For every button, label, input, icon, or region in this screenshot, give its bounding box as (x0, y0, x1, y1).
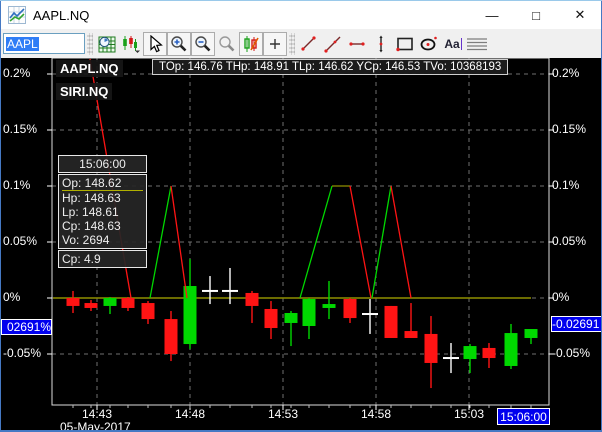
candle-body (505, 333, 518, 366)
legend-item-aapl[interactable]: AAPL.NQ (56, 60, 123, 77)
app-chart-icon (8, 6, 26, 24)
candle-body (285, 313, 298, 323)
tooltip-body: Op: 148.62 Hp: 148.63 Lp: 148.61 Cp: 148… (58, 174, 147, 249)
candle-body (184, 286, 197, 344)
candle-body (265, 309, 278, 328)
toolbar: AAPL (0, 29, 602, 58)
chart-window: AAPL.NQ — □ ✕ AAPL (0, 0, 602, 432)
left-axis-value-badge: 02691% (1, 319, 52, 335)
candle-body (85, 303, 98, 308)
y-axis-label-right: 0.05% (552, 234, 586, 248)
candle-body (385, 306, 398, 338)
candle-body (525, 329, 538, 338)
y-axis-label-left: 0.2% (3, 66, 30, 80)
x-axis-label: 14:48 (160, 407, 220, 421)
candle-body (344, 299, 357, 318)
candle-body (425, 334, 438, 363)
trend-line-icon[interactable] (297, 32, 321, 56)
levels-icon[interactable] (465, 32, 489, 56)
zoom-icon[interactable] (215, 32, 239, 56)
add-icon[interactable] (263, 32, 287, 56)
toolbar-grip-2[interactable] (289, 33, 295, 55)
minimize-icon[interactable]: — (470, 1, 514, 29)
x-axis-label: 14:58 (346, 407, 406, 421)
candle-body (142, 303, 155, 319)
candle-body (405, 331, 418, 338)
rectangle-icon[interactable] (393, 32, 417, 56)
horizontal-line-icon[interactable] (345, 32, 369, 56)
ray-line-icon[interactable] (321, 32, 345, 56)
overlay-line-segment (391, 186, 411, 298)
window-title: AAPL.NQ (33, 8, 89, 23)
session-info-bar: TOp: 146.76 THp: 148.91 TLp: 146.62 YCp:… (152, 59, 508, 75)
y-axis-label-right: 0.2% (552, 66, 579, 80)
crosshair-tooltip: 15:06:00 Op: 148.62 Hp: 148.63 Lp: 148.6… (58, 155, 147, 269)
window-border-left (0, 1, 1, 432)
tooltip-open: Op: 148.62 (62, 176, 143, 191)
close-icon[interactable]: ✕ (558, 1, 602, 29)
candle-body (67, 298, 80, 306)
symbol-input-value: AAPL (6, 37, 39, 51)
y-axis-label-left: -0.05% (3, 346, 41, 360)
x-axis-label: 15:03 (439, 407, 499, 421)
candle-body (464, 346, 477, 359)
tooltip-time: 15:06:00 (58, 155, 147, 173)
candle-body (483, 348, 496, 358)
y-axis-label-left: 0.05% (3, 234, 37, 248)
tooltip-footer: Cp: 4.9 (58, 250, 147, 268)
candle-body (246, 293, 259, 306)
x-axis-label: 14:43 (67, 407, 127, 421)
candle-body (165, 319, 178, 354)
text-tool-icon[interactable]: Aa (441, 32, 465, 56)
right-axis-value-badge: -0.02691 (551, 316, 602, 332)
x-axis-time-badge: 15:06:00 (497, 408, 550, 425)
maximize-icon[interactable]: □ (514, 1, 558, 29)
tooltip-close: Cp: 148.63 (62, 219, 143, 233)
x-axis-label: 14:53 (253, 407, 313, 421)
text-cursor (461, 38, 462, 50)
text-tool-label: Aa (444, 37, 459, 51)
y-axis-label-left: 0.1% (3, 178, 30, 192)
y-axis-label-left: 0.15% (3, 122, 37, 136)
symbol-input[interactable]: AAPL (3, 33, 85, 54)
candle-body (104, 298, 117, 306)
y-axis-label-right: -0.05% (552, 346, 590, 360)
cursor-icon[interactable] (143, 32, 167, 56)
legend-item-siri[interactable]: SIRI.NQ (56, 83, 112, 100)
zoom-out-icon[interactable] (191, 32, 215, 56)
y-axis-label-right: 0.1% (552, 178, 579, 192)
ellipse-icon[interactable] (417, 32, 441, 56)
toolbar-grip[interactable] (87, 33, 93, 55)
chart-type-icon[interactable] (119, 32, 143, 56)
tooltip-high: Hp: 148.63 (62, 191, 143, 205)
zoom-in-icon[interactable] (167, 32, 191, 56)
quote-board-icon[interactable] (95, 32, 119, 56)
candle-body (122, 298, 135, 308)
y-axis-label-right: 0.15% (552, 122, 586, 136)
title-bar[interactable]: AAPL.NQ — □ ✕ (0, 1, 602, 29)
candle-body (303, 299, 316, 326)
candlestick-edit-icon[interactable] (239, 32, 263, 56)
tooltip-volume: Vo: 2694 (62, 233, 143, 247)
candle-body (323, 304, 336, 308)
y-axis-label-left: 0% (3, 290, 20, 304)
y-axis-label-right: 0% (552, 290, 569, 304)
vertical-line-icon[interactable] (369, 32, 393, 56)
tooltip-low: Lp: 148.61 (62, 205, 143, 219)
